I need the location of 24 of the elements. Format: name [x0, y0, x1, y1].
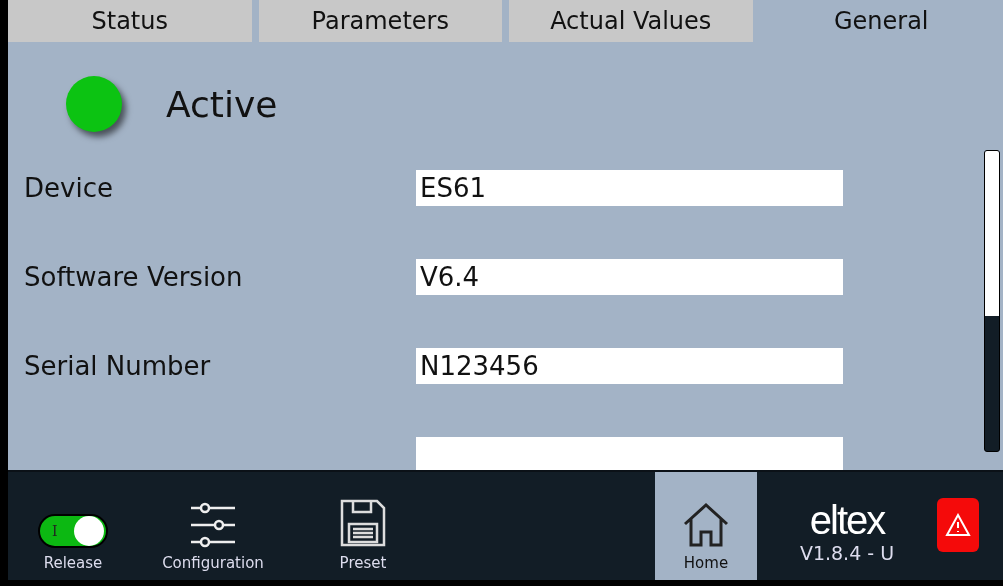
field-label: Software Version — [24, 262, 244, 292]
status-text: Active — [166, 83, 278, 125]
scrollbar[interactable] — [984, 150, 1000, 452]
input-field[interactable]: N123456 — [416, 348, 843, 384]
field-label: Serial Number — [24, 351, 212, 381]
logo: eltex — [809, 498, 885, 542]
tab[interactable]: Status — [8, 0, 252, 42]
switch-text: I — [52, 523, 58, 539]
configuration-button[interactable]: Configuration — [138, 472, 288, 580]
warning-icon — [945, 513, 971, 537]
home-icon — [682, 502, 730, 548]
preset-button[interactable]: Preset — [288, 472, 438, 580]
input-field[interactable]: ES61 — [416, 170, 843, 206]
field-label: Device — [24, 173, 114, 203]
tab[interactable]: Actual Values — [509, 0, 753, 42]
release-button[interactable]: I Release — [8, 472, 138, 580]
toggle-switch[interactable]: I — [38, 514, 108, 548]
alarm-button[interactable] — [937, 498, 979, 552]
version-text: V1.8.4 - U — [799, 542, 895, 564]
tab[interactable]: Parameters — [258, 0, 502, 42]
home-button[interactable]: Home — [655, 472, 757, 580]
input-field[interactable]: V6.4 — [416, 259, 843, 295]
sliders-icon — [189, 502, 237, 548]
input-field[interactable] — [416, 437, 843, 470]
